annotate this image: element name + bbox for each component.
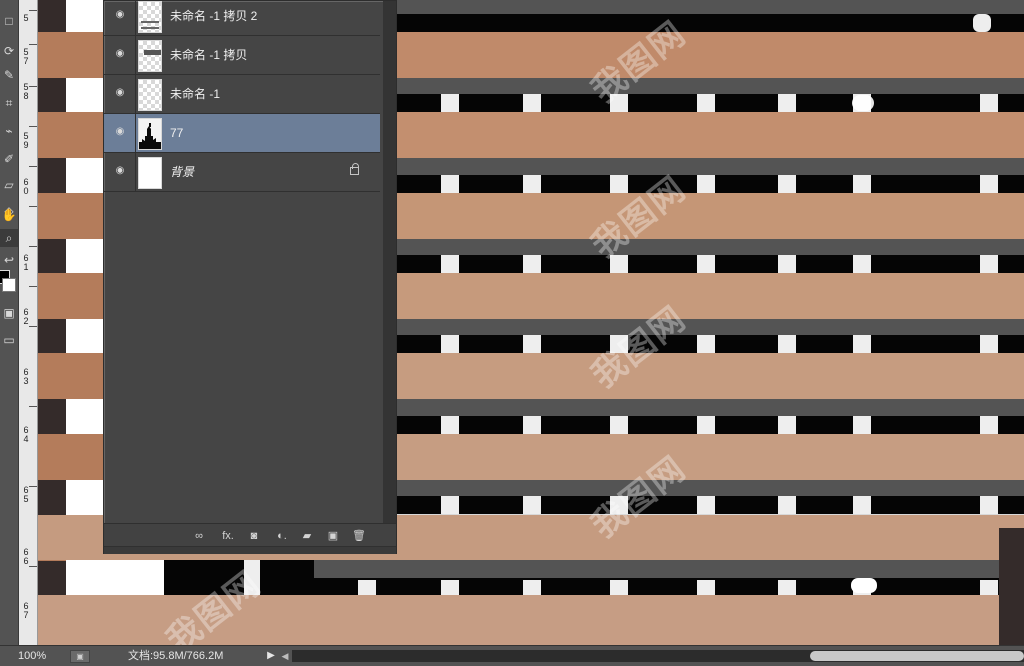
ruler-label: 6 5 [23,485,29,504]
layers-panel-bottom-bar [104,546,396,554]
ruler-tick [29,44,37,45]
zoom-icon[interactable]: ⌕ [0,229,18,247]
layer-thumbnail [138,40,162,72]
ruler-label: 5 8 [23,82,29,101]
ruler-tick [29,326,37,327]
layer-name: 未命名 -1 拷贝 2 [170,9,258,23]
rectangle-marquee-icon[interactable]: □ [0,12,18,30]
layer-row[interactable]: ◉ 未命名 -1 拷贝 [104,36,380,75]
hand-icon[interactable]: ✋ [0,206,18,224]
fx-icon[interactable]: fx. [218,529,238,543]
ruler-tick [29,206,37,207]
background-color-swatch[interactable] [2,278,16,292]
layer-thumbnail [138,118,162,150]
ruler-label: 6 3 [23,367,29,386]
ruler-tick [29,286,37,287]
ruler-tick [29,566,37,567]
ruler-label: 6 7 [23,601,29,620]
visibility-eye-icon[interactable]: ◉ [111,126,129,138]
silhouette-thumbnail-icon [139,119,161,149]
crop-icon[interactable]: ⌗ [0,94,18,112]
row-divider [135,0,136,35]
vertical-ruler: 5 5 7 5 8 5 9 6 0 6 1 6 2 6 3 6 4 6 5 6 … [19,0,38,645]
row-divider [135,114,136,152]
ruler-label: 5 [23,13,29,23]
row-divider [135,153,136,191]
screen-mode-icon[interactable]: ▭ [0,331,18,349]
lasso-icon[interactable]: ⟳ [0,42,18,60]
layer-name: 未命名 -1 [170,87,221,101]
layer-name: 77 [170,126,184,140]
layer-row[interactable]: ◉ 未命名 -1 [104,75,380,114]
status-options-icon[interactable]: ▣ [70,650,90,663]
layer-row-selected[interactable]: ◉ 77 [104,114,380,153]
quick-selection-icon[interactable]: ✎ [0,66,18,84]
ruler-label: 5 9 [23,131,29,150]
ruler-tick [29,166,37,167]
layer-mask-icon[interactable]: ◙ [247,529,261,543]
row-divider [135,36,136,74]
layers-panel: ◉ 未命名 -1 拷贝 2 ◉ 未命名 -1 拷贝 ◉ 未命名 -1 ◉ 77 … [103,0,397,554]
layer-thumbnail [138,1,162,33]
ruler-label: 6 4 [23,425,29,444]
quick-mask-icon[interactable]: ▣ [0,304,18,322]
ruler-label: 6 2 [23,307,29,326]
layer-thumbnail [138,79,162,111]
zoom-level-field[interactable]: 100% [18,646,63,666]
thumbnail-stripe [141,27,159,29]
layer-row[interactable]: ◉ 背景 [104,153,380,192]
document-size-info: 文档:95.8M/766.2M [128,650,224,662]
horizontal-scroll-thumb[interactable] [810,651,1024,661]
group-folder-icon[interactable]: ▰ [300,529,314,543]
visibility-eye-icon[interactable]: ◉ [111,87,129,99]
layer-row[interactable]: ◉ 未命名 -1 拷贝 2 [104,0,380,36]
visibility-eye-icon[interactable]: ◉ [111,165,129,177]
status-menu-arrow-icon[interactable]: ▶ [265,646,277,666]
ruler-tick [29,126,37,127]
new-layer-icon[interactable]: ▣ [326,529,340,543]
scroll-left-arrow-icon[interactable]: ◀ [280,646,290,666]
visibility-eye-icon[interactable]: ◉ [111,9,129,21]
layer-name: 未命名 -1 拷贝 [170,48,248,62]
layer-name: 背景 [170,165,195,179]
eraser-icon[interactable]: ▱ [0,176,18,194]
lock-icon [350,163,359,175]
ruler-label: 6 0 [23,177,29,196]
ruler-label: 6 1 [23,253,29,272]
link-layers-icon[interactable]: ∞ [192,529,206,543]
adjustment-layer-icon[interactable]: ◐. [273,529,291,543]
ruler-tick [29,10,37,11]
thumbnail-stripe [141,21,159,23]
swap-colors-icon[interactable]: ↩ [0,251,18,269]
tools-toolbar: □ ⟳ ✎ ⌗ ⌁ ✐ ▱ ◇ ✋ ⌕ ↩ ▣ ▭ [0,0,19,645]
ruler-label: 6 6 [23,547,29,566]
ruler-tick [29,486,37,487]
brush-icon[interactable]: ✐ [0,150,18,168]
ruler-label: 5 7 [23,47,29,66]
row-divider [135,75,136,113]
thumbnail-block [144,50,161,55]
visibility-eye-icon[interactable]: ◉ [111,48,129,60]
ruler-tick [29,406,37,407]
delete-layer-icon[interactable]: 🗑 [352,529,366,543]
layer-thumbnail [138,157,162,189]
layers-scrollbar[interactable] [383,1,396,523]
layers-panel-footer: ∞ fx. ◙ ◐. ▰ ▣ 🗑 [104,523,396,547]
status-bar: 100% ▣ 文档:95.8M/766.2M ▶ ◀ [0,645,1024,666]
ruler-tick [29,246,37,247]
eyedropper-icon[interactable]: ⌁ [0,122,18,140]
